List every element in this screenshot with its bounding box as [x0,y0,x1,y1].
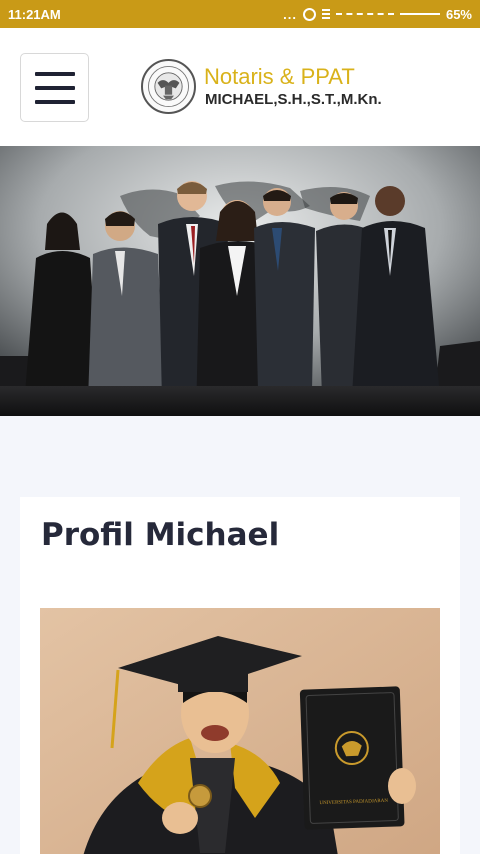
site-header: Notaris & PPAT MICHAEL,S.H.,S.T.,M.Kn. [0,28,480,146]
signal-icon [321,9,330,19]
data-indicator [335,13,394,15]
logo-title[interactable]: Notaris & PPAT [204,64,355,90]
garuda-seal-logo[interactable] [141,59,196,114]
status-time: 11:21AM [8,6,61,22]
battery-level: 65% [445,6,472,22]
logo-subtitle: MICHAEL,S.H.,S.T.,M.Kn. [205,91,382,108]
hamburger-menu-icon [34,71,75,76]
alarm-icon [302,7,316,21]
garuda-seal-icon [148,66,189,107]
status-bar: 11:21AM ... 65% [0,0,480,28]
graduation-photo: UNIVERSITAS PADJADJARAN [40,608,440,854]
wifi-icon [399,13,440,15]
hamburger-menu-button[interactable] [20,53,89,122]
profile-photo: UNIVERSITAS PADJADJARAN [40,608,440,854]
group-business-people-photo [0,146,480,416]
profile-card: Profil Michael UNIVERSITAS PADJADJARAN [20,497,460,854]
hero-banner-image [0,146,480,416]
notification-dots: ... [283,6,297,22]
profile-title: Profil Michael [41,517,280,553]
